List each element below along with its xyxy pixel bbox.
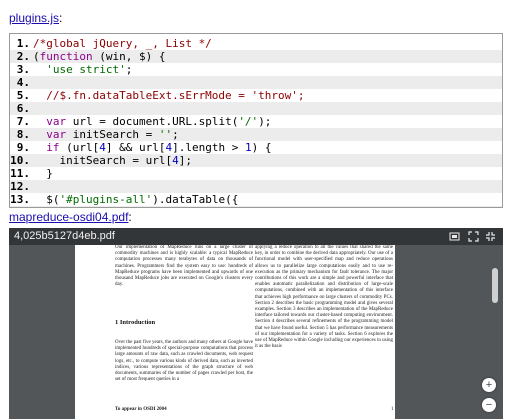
- line-number: 13.: [10, 193, 30, 206]
- fullscreen-icon[interactable]: [468, 231, 479, 242]
- line-number: 3.: [16, 63, 30, 76]
- code-text: }: [33, 167, 53, 180]
- code-line: 2. (function (win, $) {: [10, 50, 502, 63]
- code-token: ;: [172, 128, 179, 141]
- code-token: ;: [125, 63, 133, 76]
- code-token: ].length >: [172, 141, 245, 154]
- code-text: (function (win, $) {: [33, 50, 165, 63]
- code-text: var url = document.URL.split('/');: [33, 115, 271, 128]
- code-line: 5. //$.fn.dataTableExt.sErrMode = 'throw…: [10, 89, 502, 102]
- line-number: 12.: [10, 180, 30, 193]
- line-number: 14.: [10, 206, 30, 207]
- mapreduce-pdf-link[interactable]: mapreduce-osdi04.pdf:: [9, 210, 132, 224]
- code-text: // source: [33, 206, 119, 207]
- file-name-colon: :: [128, 210, 132, 224]
- page-right-column: applying a reduce operation to all the v…: [255, 245, 393, 350]
- line-number: 10.: [10, 154, 30, 167]
- code-token: 4: [172, 154, 179, 167]
- code-viewer[interactable]: 1./*global jQuery, _, List */2. (function…: [9, 33, 503, 208]
- code-line: 4.: [10, 76, 502, 89]
- code-line: 10. initSearch = url[4];: [10, 154, 502, 167]
- line-number: 8.: [16, 128, 30, 141]
- pdf-title: 4,025b5127d4eb.pdf: [14, 230, 115, 242]
- line-number: 5.: [16, 89, 30, 102]
- code-token: (url[: [59, 141, 100, 154]
- paragraph: applying a reduce operation to all the v…: [255, 245, 393, 350]
- code-token: initSearch =: [66, 128, 159, 141]
- line-number: 11.: [10, 167, 30, 180]
- code-line: 11. }: [10, 167, 502, 180]
- zoom-in-button[interactable]: +: [482, 378, 496, 392]
- code-token: function: [39, 50, 93, 63]
- code-line: 6.: [10, 102, 502, 115]
- pdf-page: Our implementation of MapReduce runs on …: [75, 245, 395, 419]
- code-line: 13. $('#plugins-all').dataTable({: [10, 193, 502, 206]
- plugins-js-link[interactable]: plugins.js:: [9, 11, 62, 25]
- code-token: '#plugins-all': [59, 193, 153, 206]
- scrollbar-thumb[interactable]: [492, 268, 498, 303]
- page-left-column: Our implementation of MapReduce runs on …: [115, 245, 253, 288]
- code-token: //$.fn.dataTableExt.sErrMode = 'throw';: [33, 89, 305, 102]
- code-token: // source: [33, 206, 119, 207]
- code-token: (win, $) {: [92, 50, 166, 63]
- code-line: 7. var url = document.URL.split('/');: [10, 115, 502, 128]
- page-footer-venue: To appear in OSDI 2004: [115, 407, 167, 412]
- code-token: '': [158, 128, 173, 141]
- code-token: ] && url[: [105, 141, 166, 154]
- code-token: if: [46, 141, 60, 154]
- file-name[interactable]: plugins.js: [9, 11, 59, 25]
- line-number: 2.: [16, 50, 30, 63]
- code-line: 9. if (url[4] && url[4].length > 1) {: [10, 141, 502, 154]
- zoom-out-button[interactable]: −: [482, 398, 496, 412]
- rotate-icon[interactable]: [449, 231, 460, 242]
- paragraph: Our implementation of MapReduce runs on …: [115, 245, 253, 288]
- code-text: /*global jQuery, _, List */: [33, 37, 212, 50]
- code-token: var: [46, 115, 67, 128]
- code-token: 4: [99, 141, 106, 154]
- paragraph: Over the past five years, the authors an…: [115, 340, 253, 383]
- code-token: /*global jQuery, _, List */: [33, 37, 212, 50]
- code-line: 8. var initSearch = '';: [10, 128, 502, 141]
- code-token: initSearch = url[: [33, 154, 173, 167]
- code-token: (: [33, 50, 40, 63]
- file-name-colon: :: [59, 11, 63, 25]
- line-number: 9.: [16, 141, 30, 154]
- code-token: );: [258, 115, 272, 128]
- code-token: 1: [244, 141, 252, 154]
- code-text: $('#plugins-all').dataTable({: [33, 193, 238, 206]
- code-token: $(: [33, 193, 60, 206]
- line-number: 7.: [16, 115, 30, 128]
- code-line: 12.: [10, 180, 502, 193]
- file-name[interactable]: mapreduce-osdi04.pdf: [9, 210, 128, 224]
- section-heading: 1 Introduction: [115, 319, 156, 326]
- code-line: 14. // source: [10, 206, 502, 207]
- code-line: 1./*global jQuery, _, List */: [10, 37, 502, 50]
- code-token: var: [46, 128, 67, 141]
- code-token: url = document.URL.split(: [66, 115, 239, 128]
- code-token: }: [33, 167, 53, 180]
- line-number: 1.: [16, 37, 30, 50]
- code-token: ).dataTable({: [152, 193, 239, 206]
- page-number: 1: [391, 407, 394, 412]
- code-line: 3. 'use strict';: [10, 63, 502, 76]
- line-number: 4.: [16, 76, 30, 89]
- code-text: //$.fn.dataTableExt.sErrMode = 'throw';: [33, 89, 305, 102]
- page-left-column-lower: Over the past five years, the authors an…: [115, 335, 253, 388]
- code-token: ) {: [251, 141, 272, 154]
- pdf-viewer[interactable]: 4,025b5127d4eb.pdf Our implementation of…: [9, 228, 503, 419]
- code-text: 'use strict';: [33, 63, 132, 76]
- line-number: 6.: [16, 102, 30, 115]
- code-text: var initSearch = '';: [33, 128, 179, 141]
- code-token: '/': [238, 115, 259, 128]
- pdf-toolbar: 4,025b5127d4eb.pdf: [9, 228, 503, 245]
- code-token: ];: [178, 154, 192, 167]
- code-text: if (url[4] && url[4].length > 1) {: [33, 141, 271, 154]
- code-text: initSearch = url[4];: [33, 154, 192, 167]
- fit-icon[interactable]: [485, 231, 496, 242]
- code-token: 'use strict': [46, 63, 126, 76]
